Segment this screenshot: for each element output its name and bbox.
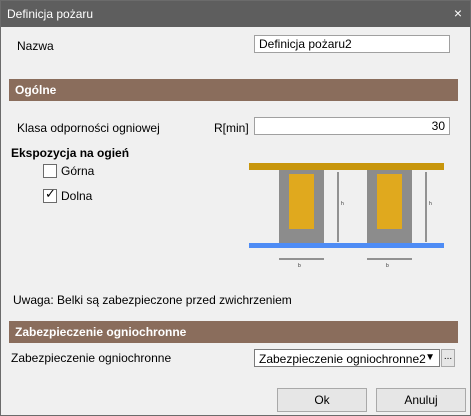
insulation-left-shape [289,174,314,229]
chevron-down-icon: ▼ [425,352,435,363]
section-general-header: Ogólne [9,79,458,101]
protection-dropdown-value: Zabezpieczenie ogniochronne2 [259,352,426,366]
section-general-title: Ogólne [15,83,57,97]
floor-shape [249,243,444,248]
cancel-button[interactable]: Anuluj [376,388,466,412]
checkmark-icon: ✓ [45,186,56,201]
exposure-bottom-checkbox[interactable]: ✓ [43,186,57,203]
fire-class-label: Klasa odporności ogniowej [17,121,160,135]
name-input[interactable]: Definicja pożaru2 [254,35,450,53]
fire-class-unit: R[min] [214,121,249,135]
dialog-window: Definicja pożaru × Nazwa Definicja pożar… [0,0,471,416]
height-label-left: h [341,201,344,207]
width-label-right: b [386,263,389,269]
section-protection-title: Zabezpieczenie ogniochronne [15,325,187,339]
ok-button[interactable]: Ok [277,388,367,412]
exposure-top-checkbox[interactable] [43,164,57,178]
protection-more-button[interactable]: ... [441,349,455,367]
width-label-left: b [298,263,301,269]
exposure-title: Ekspozycja na ogień [11,146,130,160]
slab-shape [249,163,444,170]
fire-class-input[interactable]: 30 [254,117,450,135]
name-label: Nazwa [17,39,54,53]
section-protection-header: Zabezpieczenie ogniochronne [9,321,458,343]
note-text: Uwaga: Belki są zabezpieczone przed zwic… [13,293,292,307]
close-icon[interactable]: × [454,5,462,21]
title-bar: Definicja pożaru × [1,1,470,27]
exposure-top-label: Górna [61,164,95,178]
window-title: Definicja pożaru [7,7,94,21]
protection-label: Zabezpieczenie ogniochronne [11,351,172,365]
protection-dropdown[interactable]: Zabezpieczenie ogniochronne2 ▼ [254,349,440,367]
exposure-bottom-label: Dolna [61,189,93,203]
height-label-right: h [429,201,432,207]
insulation-right-shape [377,174,402,229]
fire-exposure-diagram: h h b b [249,163,444,269]
